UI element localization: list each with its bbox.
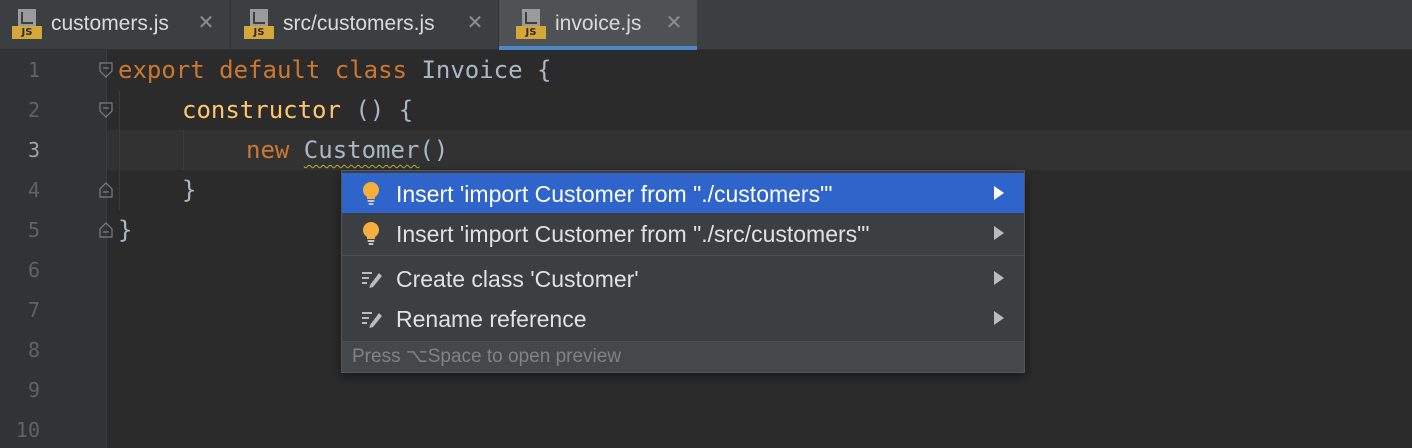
line-number: 2 <box>27 98 40 122</box>
intention-actions-popup: Insert 'import Customer from "./customer… <box>341 170 1025 373</box>
submenu-arrow-icon[interactable] <box>994 226 1004 240</box>
js-file-icon: JS <box>244 9 274 39</box>
code-line-5[interactable]: } <box>118 210 132 250</box>
code-text: Invoice { <box>421 56 552 84</box>
fold-collapse-icon[interactable] <box>98 62 114 78</box>
fold-collapse-icon[interactable] <box>98 102 114 118</box>
editor-tab-bar: JS customers.js ✕ JS src/customers.js ✕ … <box>0 0 1412 50</box>
code-text: () <box>419 136 449 164</box>
fold-end-icon[interactable] <box>98 182 114 198</box>
code-text: } <box>182 176 197 204</box>
intention-label: Create class 'Customer' <box>396 266 639 292</box>
intention-item-import-customers[interactable]: Insert 'import Customer from "./customer… <box>342 173 1024 213</box>
line-number: 4 <box>27 178 40 202</box>
indent-guide <box>119 90 120 210</box>
js-file-icon: JS <box>516 9 546 39</box>
code-line-4[interactable]: } <box>182 170 196 210</box>
lightbulb-icon <box>363 182 379 205</box>
tab-invoice-js[interactable]: JS invoice.js ✕ <box>499 0 697 50</box>
line-number-current: 3 <box>27 138 40 162</box>
line-number: 1 <box>27 58 40 82</box>
submenu-arrow-icon[interactable] <box>994 311 1004 325</box>
submenu-arrow-icon[interactable] <box>994 271 1004 285</box>
line-number: 5 <box>27 218 40 242</box>
intention-item-rename-reference[interactable]: Rename reference <box>342 298 1024 338</box>
code-line-1[interactable]: export default class Invoice { <box>118 50 551 90</box>
intention-item-create-class[interactable]: Create class 'Customer' <box>342 258 1024 298</box>
close-icon[interactable]: ✕ <box>663 11 685 33</box>
close-icon[interactable]: ✕ <box>464 11 486 33</box>
fold-end-icon[interactable] <box>98 222 114 238</box>
code-line-3[interactable]: new Customer() <box>246 130 448 170</box>
code-text: } <box>118 216 133 244</box>
line-number: 8 <box>27 338 40 362</box>
tab-label: customers.js <box>51 12 169 35</box>
keyword: export default class <box>118 56 422 84</box>
tab-label: invoice.js <box>555 12 642 35</box>
line-number: 7 <box>27 298 40 322</box>
preview-hint-text: Press ⌥Space to open preview <box>352 346 622 367</box>
tab-customers-js[interactable]: JS customers.js ✕ <box>0 0 231 50</box>
close-icon[interactable]: ✕ <box>195 11 217 33</box>
line-number: 6 <box>27 258 40 282</box>
intention-label: Insert 'import Customer from "./customer… <box>396 181 833 207</box>
intention-item-import-src-customers[interactable]: Insert 'import Customer from "./src/cust… <box>342 213 1024 253</box>
popup-divider <box>342 255 1024 256</box>
lightbulb-icon <box>363 222 379 245</box>
indent-guide <box>183 130 184 170</box>
unresolved-reference[interactable]: Customer <box>304 136 420 164</box>
quick-fix-pencil-icon <box>362 272 382 288</box>
quick-fix-pencil-icon <box>362 312 382 328</box>
submenu-arrow-icon[interactable] <box>994 186 1004 200</box>
js-badge: JS <box>516 26 546 39</box>
code-text: () { <box>340 96 414 124</box>
js-badge: JS <box>12 26 42 39</box>
js-badge: JS <box>244 26 274 39</box>
line-number: 10 <box>15 418 40 442</box>
intention-label: Insert 'import Customer from "./src/cust… <box>396 221 870 247</box>
tab-src-customers-js[interactable]: JS src/customers.js ✕ <box>231 0 499 50</box>
keyword: new <box>246 136 304 164</box>
tab-label: src/customers.js <box>283 12 435 35</box>
code-line-2[interactable]: constructor () { <box>182 90 413 130</box>
popup-footer-hint: Press ⌥Space to open preview <box>342 341 1024 372</box>
line-number-gutter: 1 2 3 4 5 6 7 8 9 10 <box>0 50 106 448</box>
js-file-icon: JS <box>12 9 42 39</box>
line-number: 9 <box>27 378 40 402</box>
function-name: constructor <box>182 96 341 124</box>
intention-label: Rename reference <box>396 306 587 332</box>
